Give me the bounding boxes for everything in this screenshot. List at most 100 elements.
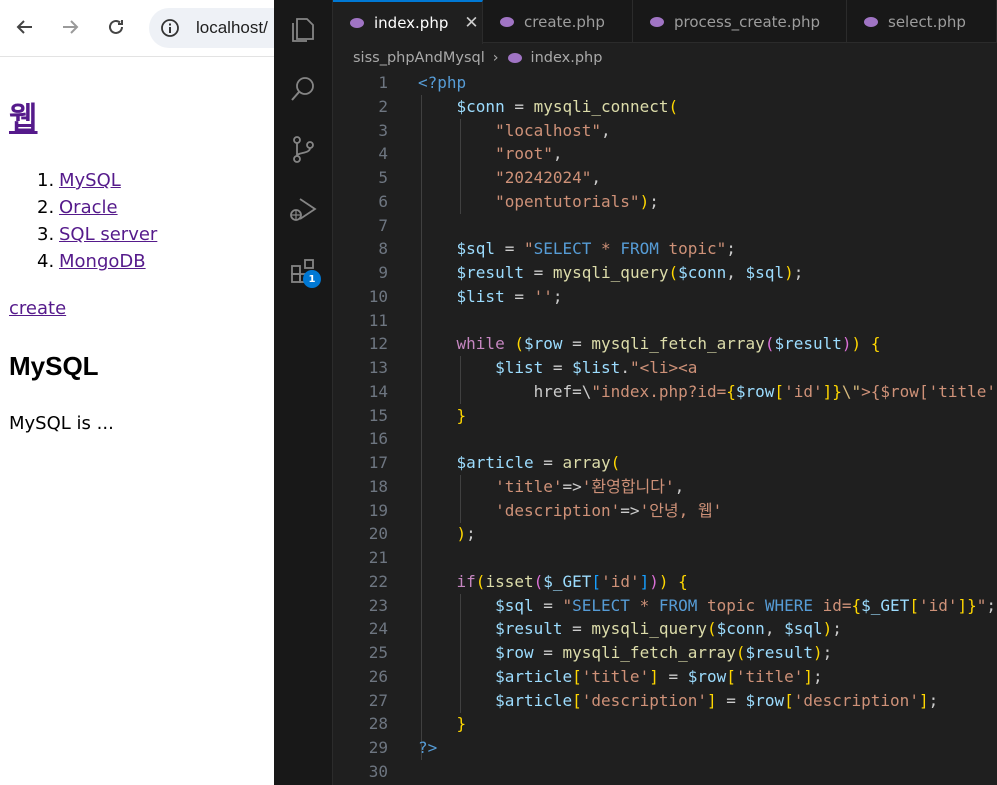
topic-list: 1. MySQL 2. Oracle 3. SQL server 4. MongoDB bbox=[37, 170, 157, 278]
line-number: 13 bbox=[368, 358, 388, 377]
topic-link-mongodb[interactable]: MongoDB bbox=[59, 251, 146, 272]
line-number-gutter: 1 2 3 4 5 6 7 8 9 10 11 12 13 14 15 16 17 18 19 20 21 22 23 24 2… bbox=[333, 71, 401, 784]
code-line: } bbox=[456, 714, 467, 734]
line-number: 4 bbox=[378, 144, 388, 164]
code-line: $sql = "SELECT * FROM topic"; bbox=[456, 239, 736, 259]
php-elephant-icon bbox=[507, 53, 522, 63]
line-number: 5 bbox=[378, 168, 388, 187]
code-line: if(isset($_GET['id'])) { bbox=[456, 571, 688, 591]
line-number: 28 bbox=[368, 714, 388, 734]
code-line: $article = array( bbox=[456, 453, 621, 472]
php-elephant-icon bbox=[864, 16, 878, 27]
code-line: ?> bbox=[418, 738, 438, 757]
reload-icon bbox=[109, 19, 123, 34]
tab-process-create-php[interactable]: process_create.php bbox=[633, 0, 847, 43]
browser-window: localhost/ 웹 1. MySQL 2. Oracle 3. SQL serv… bbox=[0, 0, 289, 785]
code-editor[interactable]: 1 2 3 4 5 6 7 8 9 10 11 12 13 14 15 16 17 18 19 20 21 22 23 24 2… bbox=[333, 71, 997, 785]
tab-create-php[interactable]: create.php bbox=[483, 0, 633, 43]
article-title: MySQL bbox=[9, 351, 99, 381]
info-icon[interactable] bbox=[159, 17, 181, 39]
topic-link-mysql[interactable]: MySQL bbox=[59, 170, 121, 191]
browser-toolbar: localhost/ bbox=[0, 0, 289, 57]
editor-tabs: index.php ✕ create.php process_create.ph… bbox=[333, 0, 997, 44]
run-debug-icon[interactable] bbox=[287, 193, 319, 225]
code-line: 'title'=>'환영합니다', bbox=[495, 476, 685, 496]
php-elephant-icon bbox=[650, 16, 664, 27]
code-line: $article['title'] = $row['title']; bbox=[495, 666, 823, 686]
tab-index-php[interactable]: index.php ✕ bbox=[333, 0, 483, 44]
breadcrumb-folder[interactable]: siss_phpAndMysql bbox=[353, 50, 485, 66]
reload-button[interactable] bbox=[101, 12, 131, 42]
line-number: 3 bbox=[378, 120, 388, 140]
line-number: 12 bbox=[368, 334, 388, 354]
code-line: $list = ''; bbox=[456, 286, 563, 306]
code-line: $result = mysqli_query($conn, $sql); bbox=[495, 619, 842, 639]
code-line: ); bbox=[456, 524, 476, 544]
code-line: $result = mysqli_query($conn, $sql); bbox=[456, 263, 804, 282]
line-number: 6 bbox=[378, 191, 388, 211]
code-line: $sql = "SELECT * FROM topic WHERE id={$_… bbox=[495, 595, 997, 615]
url-text: localhost/ bbox=[196, 18, 268, 37]
vscode-window: 1 index.php ✕ create.php process_create.… bbox=[274, 0, 997, 785]
php-elephant-icon bbox=[500, 16, 514, 27]
line-number: 11 bbox=[368, 310, 388, 330]
line-number: 14 bbox=[368, 381, 388, 401]
code-lines: <?php $conn = mysqli_connect( "localhost… bbox=[418, 71, 997, 784]
code-line: href=\"index.php?id={$row['id']}\">{$row… bbox=[418, 381, 996, 401]
line-number: 9 bbox=[378, 263, 388, 282]
source-control-icon[interactable] bbox=[287, 133, 319, 165]
article-body: MySQL is ... bbox=[9, 413, 114, 434]
line-number: 26 bbox=[368, 666, 388, 686]
page-heading: 웹 bbox=[9, 93, 38, 138]
code-line: "localhost", bbox=[495, 120, 611, 140]
line-number: 24 bbox=[368, 619, 388, 639]
activity-bar: 1 bbox=[274, 0, 333, 785]
line-number: 15 bbox=[368, 405, 388, 425]
code-line: $row = mysqli_fetch_array($result); bbox=[495, 643, 833, 662]
search-icon[interactable] bbox=[287, 73, 319, 105]
code-line: 'description'=>'안녕, 웹' bbox=[495, 500, 723, 520]
code-line: $conn = mysqli_connect( bbox=[456, 96, 679, 116]
tab-select-php[interactable]: select.php bbox=[847, 0, 997, 43]
explorer-icon[interactable] bbox=[287, 14, 319, 46]
line-number: 8 bbox=[378, 239, 388, 259]
line-number: 16 bbox=[368, 429, 388, 449]
code-line: $list = $list."<li><a bbox=[495, 358, 698, 377]
code-line: } bbox=[456, 405, 467, 425]
list-item: 1. MySQL bbox=[37, 170, 121, 191]
web-page: 웹 1. MySQL 2. Oracle 3. SQL server 4. MongoD… bbox=[0, 57, 274, 785]
line-number: 18 bbox=[368, 476, 388, 496]
breadcrumb: siss_phpAndMysql › index.php bbox=[333, 44, 997, 72]
line-number: 25 bbox=[368, 643, 388, 662]
create-link[interactable]: create bbox=[9, 298, 66, 319]
code-line: "20242024", bbox=[495, 168, 602, 187]
line-number: 29 bbox=[368, 738, 388, 757]
back-button[interactable] bbox=[10, 12, 40, 42]
line-number: 17 bbox=[368, 453, 388, 472]
line-number: 27 bbox=[368, 690, 388, 710]
code-line: "root", bbox=[495, 144, 563, 164]
close-icon[interactable]: ✕ bbox=[464, 13, 478, 33]
code-line: <?php bbox=[418, 73, 467, 92]
line-number: 2 bbox=[378, 96, 388, 116]
extensions-badge: 1 bbox=[303, 270, 321, 288]
line-number: 21 bbox=[368, 548, 388, 567]
heading-link[interactable]: 웹 bbox=[9, 101, 38, 137]
line-number: 7 bbox=[378, 215, 388, 235]
forward-button[interactable] bbox=[55, 12, 85, 42]
line-number: 22 bbox=[368, 571, 388, 591]
topic-link-oracle[interactable]: Oracle bbox=[59, 197, 118, 218]
address-bar[interactable]: localhost/ bbox=[149, 8, 289, 48]
line-number: 19 bbox=[368, 500, 388, 520]
code-line: $article['description'] = $row['descript… bbox=[495, 690, 939, 710]
line-number: 10 bbox=[368, 286, 388, 306]
php-elephant-icon bbox=[350, 18, 364, 28]
topic-link-sql-server[interactable]: SQL server bbox=[59, 224, 157, 245]
chevron-right-icon: › bbox=[492, 50, 499, 66]
list-item: 4. MongoDB bbox=[37, 251, 146, 272]
breadcrumb-file[interactable]: index.php bbox=[531, 50, 603, 66]
list-item: 2. Oracle bbox=[37, 197, 118, 218]
